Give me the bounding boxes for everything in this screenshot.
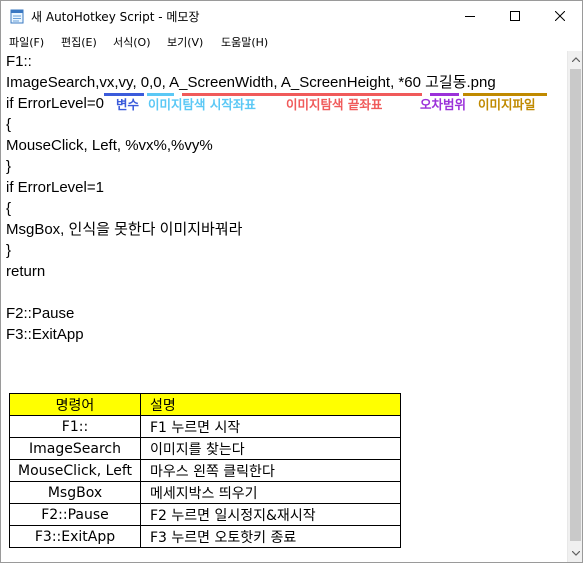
title-bar[interactable]: 새 AutoHotkey Script - 메모장: [1, 1, 582, 31]
table-row: MouseClick, Left 마우스 왼쪽 클릭한다: [9, 459, 401, 482]
maximize-icon: [509, 11, 520, 21]
minimize-button[interactable]: [447, 1, 492, 31]
table-row: F2::Pause F2 누르면 일시정지&재시작: [9, 503, 401, 526]
table-cell: ImageSearch: [9, 437, 141, 460]
annotation-end-coord: 이미지탐색 끝좌표: [286, 97, 383, 112]
table-cell: 마우스 왼쪽 클릭한다: [140, 459, 401, 482]
table-cell: F1::: [9, 415, 141, 438]
code-line: MsgBox, 인식을 못한다 이미지바꿔라: [6, 221, 243, 238]
table-cell: F3::ExitApp: [9, 525, 141, 548]
vertical-scrollbar[interactable]: [567, 51, 582, 562]
table-cell: 메세지박스 띄우기: [140, 481, 401, 504]
table-row: F1:: F1 누르면 시작: [9, 415, 401, 438]
menu-bar: 파일(F) 편집(E) 서식(O) 보기(V) 도움말(H): [1, 31, 582, 51]
table-cell: F2 누르면 일시정지&재시작: [140, 503, 401, 526]
code-line: if ErrorLevel=0: [6, 95, 104, 112]
code-line: F2::Pause: [6, 305, 75, 322]
scroll-up-button[interactable]: [568, 51, 582, 68]
chevron-up-icon: [571, 57, 580, 62]
image-file-underline: [463, 93, 547, 96]
code-line: {: [6, 200, 12, 217]
menu-view[interactable]: 보기(V): [167, 34, 203, 50]
notepad-window: 새 AutoHotkey Script - 메모장 파일(F) 편집(E) 서식…: [0, 0, 583, 563]
variable-underline: [104, 93, 144, 96]
close-button[interactable]: [537, 1, 582, 31]
table-cell: MouseClick, Left: [9, 459, 141, 482]
start-coord-underline: [147, 93, 174, 96]
table-row: ImageSearch 이미지를 찾는다: [9, 437, 401, 460]
window-title: 새 AutoHotkey Script - 메모장: [31, 10, 200, 24]
table-cell: F3 누르면 오토핫키 종료: [140, 525, 401, 548]
code-line: ImageSearch,vx,vy, 0,0, A_ScreenWidth, A…: [6, 74, 496, 91]
menu-format[interactable]: 서식(O): [113, 34, 150, 50]
table-header: 설명: [140, 393, 401, 416]
annotation-image-file: 이미지파일: [478, 97, 536, 112]
command-table: 명령어 설명 F1:: F1 누르면 시작 ImageSearch 이미지를 찾…: [9, 393, 401, 548]
code-line: }: [6, 242, 12, 259]
close-icon: [554, 11, 565, 21]
code-line: F1::: [6, 53, 32, 70]
scroll-down-button[interactable]: [568, 545, 582, 562]
annotation-variable: 변수: [116, 97, 140, 112]
annotation-tolerance: 오차범위: [420, 97, 467, 112]
annotation-start-coord: 이미지탐색 시작좌표: [148, 97, 256, 112]
chevron-down-icon: [571, 551, 580, 556]
code-line: F3::ExitApp: [6, 326, 84, 343]
table-header-row: 명령어 설명: [9, 393, 401, 416]
end-coord-underline: [182, 93, 422, 96]
menu-edit[interactable]: 편집(E): [61, 34, 97, 50]
table-cell: MsgBox: [9, 481, 141, 504]
code-line: {: [6, 116, 12, 133]
table-row: F3::ExitApp F3 누르면 오토핫키 종료: [9, 525, 401, 548]
menu-help[interactable]: 도움말(H): [221, 34, 268, 50]
table-row: MsgBox 메세지박스 띄우기: [9, 481, 401, 504]
table-cell: F2::Pause: [9, 503, 141, 526]
minimize-icon: [464, 16, 475, 17]
code-line: MouseClick, Left, %vx%,%vy%: [6, 137, 213, 154]
notepad-icon: [10, 8, 24, 24]
table-header: 명령어: [9, 393, 141, 416]
menu-file[interactable]: 파일(F): [9, 34, 44, 50]
code-line: return: [6, 263, 46, 280]
code-line: }: [6, 158, 12, 175]
table-cell: F1 누르면 시작: [140, 415, 401, 438]
table-cell: 이미지를 찾는다: [140, 437, 401, 460]
tolerance-underline: [430, 93, 459, 96]
scrollbar-thumb[interactable]: [570, 69, 581, 541]
code-line: if ErrorLevel=1: [6, 179, 104, 196]
maximize-button[interactable]: [492, 1, 537, 31]
text-editor[interactable]: F1:: ImageSearch,vx,vy, 0,0, A_ScreenWid…: [1, 51, 567, 562]
